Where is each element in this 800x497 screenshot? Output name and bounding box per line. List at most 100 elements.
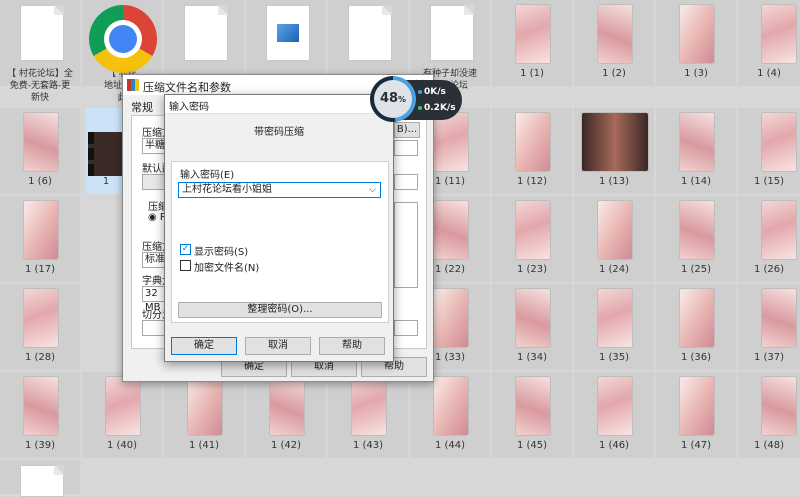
image-thumbnail xyxy=(24,113,58,171)
image-thumbnail xyxy=(24,201,58,259)
text-file-icon xyxy=(348,5,392,61)
image-file[interactable]: 1 (25) xyxy=(656,196,736,282)
image-thumbnail xyxy=(680,5,714,63)
file-name: 1 (43) xyxy=(352,440,384,451)
help-button[interactable]: 帮助 xyxy=(319,337,385,355)
image-file[interactable]: 1 (43) xyxy=(328,372,408,458)
image-thumbnail xyxy=(24,289,58,347)
file-name: 1 (3) xyxy=(684,68,708,79)
image-thumbnail xyxy=(516,5,550,63)
file-name: 1 (15) xyxy=(753,176,785,187)
image-file[interactable]: 1 (15) xyxy=(738,108,800,194)
file-name: 1 (28) xyxy=(24,352,56,363)
winrar-icon xyxy=(127,79,139,91)
image-file[interactable]: 1 (40) xyxy=(82,372,162,458)
image-file[interactable]: 1 (28) xyxy=(0,284,80,370)
file-name: 1 (46) xyxy=(598,440,630,451)
cpu-usage-ring: 48% xyxy=(370,76,416,122)
label-enter-password: 输入密码(E) xyxy=(180,170,235,181)
image-file[interactable]: 1 (2) xyxy=(574,0,654,86)
image-thumbnail xyxy=(270,377,304,435)
image-thumbnail xyxy=(516,377,550,435)
file-name: 1 (47) xyxy=(680,440,712,451)
password-combobox[interactable]: 上村花论坛看小姐姐 ⌵ xyxy=(178,182,381,198)
video-file[interactable]: 1 (13) xyxy=(574,108,654,194)
image-thumbnail xyxy=(434,113,468,171)
image-file[interactable]: 1 (48) xyxy=(738,372,800,458)
image-file[interactable]: 1 (14) xyxy=(656,108,736,194)
file-name: 1 (35) xyxy=(598,352,630,363)
image-file[interactable]: 1 (24) xyxy=(574,196,654,282)
organize-passwords-button[interactable]: 整理密码(O)... xyxy=(178,302,382,318)
image-thumbnail xyxy=(680,377,714,435)
ok-button[interactable]: 确定 xyxy=(171,337,237,355)
image-file[interactable]: 1 (45) xyxy=(492,372,572,458)
image-file[interactable]: 1 (17) xyxy=(0,196,80,282)
image-thumbnail xyxy=(516,201,550,259)
encrypt-filenames-checkbox[interactable] xyxy=(180,260,191,271)
cancel-button[interactable]: 取消 xyxy=(245,337,311,355)
file-name: 1 (34) xyxy=(516,352,548,363)
image-thumbnail xyxy=(598,201,632,259)
image-file[interactable]: 1 (3) xyxy=(656,0,736,86)
image-file[interactable]: 1 (37) xyxy=(738,284,800,370)
image-thumbnail xyxy=(762,377,796,435)
set-password-button[interactable] xyxy=(394,320,418,336)
chevron-down-icon[interactable]: ⌵ xyxy=(369,183,376,197)
video-thumbnail xyxy=(582,113,648,171)
image-file[interactable]: 1 (41) xyxy=(164,372,244,458)
options-select[interactable] xyxy=(394,174,418,190)
image-file[interactable]: 1 (34) xyxy=(492,284,572,370)
upload-icon xyxy=(418,90,422,94)
image-thumbnail xyxy=(762,201,796,259)
image-thumbnail xyxy=(434,201,468,259)
file-name: 1 (26) xyxy=(753,264,785,275)
image-file[interactable]: 1 (26) xyxy=(738,196,800,282)
download-icon xyxy=(418,106,422,110)
image-file[interactable]: 1 (6) xyxy=(0,108,80,194)
image-file[interactable]: 1 (23) xyxy=(492,196,572,282)
image-file[interactable]: 1 (1) xyxy=(492,0,572,86)
image-file[interactable]: 1 (44) xyxy=(410,372,490,458)
file-name: 1 (12) xyxy=(516,176,548,187)
file-name: 1 (23) xyxy=(516,264,548,275)
file-name: 【 村花论坛】全 免费-无套路-更 新快 xyxy=(7,69,73,103)
image-thumbnail xyxy=(516,113,550,171)
image-file[interactable]: 1 (35) xyxy=(574,284,654,370)
desktop-file-doc-1[interactable]: 【 村花论坛】全 免费-无套路-更 新快 xyxy=(0,0,80,103)
file-name: 1 (6) xyxy=(28,176,52,187)
file-name: 1 (24) xyxy=(598,264,630,275)
image-thumbnail xyxy=(598,5,632,63)
image-file[interactable]: 1 (12) xyxy=(492,108,572,194)
image-file[interactable]: 1 (36) xyxy=(656,284,736,370)
desktop-file-doc-7[interactable] xyxy=(0,460,80,497)
password-group: 输入密码(E) 上村花论坛看小姐姐 ⌵ ✓ 显示密码(S) 加密文件名(N) 整… xyxy=(171,161,389,323)
file-name: 1 (48) xyxy=(753,440,785,451)
image-thumbnail xyxy=(516,289,550,347)
image-thumbnail xyxy=(762,113,796,171)
image-thumbnail xyxy=(762,5,796,63)
image-thumbnail xyxy=(598,289,632,347)
image-thumbnail xyxy=(680,289,714,347)
show-password-checkbox[interactable]: ✓ xyxy=(180,244,191,255)
image-thumbnail xyxy=(352,377,386,435)
text-file-icon xyxy=(20,465,64,497)
password-dialog: 输入密码 带密码压缩 输入密码(E) 上村花论坛看小姐姐 ⌵ ✓ 显示密码(S)… xyxy=(164,94,394,362)
image-file[interactable]: 1 (47) xyxy=(656,372,736,458)
image-file[interactable]: 1 (4) xyxy=(738,0,800,86)
update-mode-select[interactable] xyxy=(394,140,418,156)
text-file-icon xyxy=(430,5,474,61)
file-name: 1 (40) xyxy=(106,440,138,451)
image-thumbnail xyxy=(24,377,58,435)
browse-button[interactable]: B)... xyxy=(394,122,420,138)
image-file[interactable]: 1 (46) xyxy=(574,372,654,458)
image-file[interactable]: 1 (42) xyxy=(246,372,326,458)
file-name: 1 (37) xyxy=(753,352,785,363)
dialog-titlebar[interactable]: 输入密码 xyxy=(165,95,393,114)
image-thumbnail xyxy=(188,377,222,435)
speed-meter-widget[interactable]: 48% 0K/s 0.2K/s xyxy=(370,76,462,122)
upload-speed: 0K/s xyxy=(424,87,446,97)
image-thumbnail xyxy=(680,113,714,171)
tab-general[interactable]: 常规 xyxy=(131,99,153,115)
image-file[interactable]: 1 (39) xyxy=(0,372,80,458)
